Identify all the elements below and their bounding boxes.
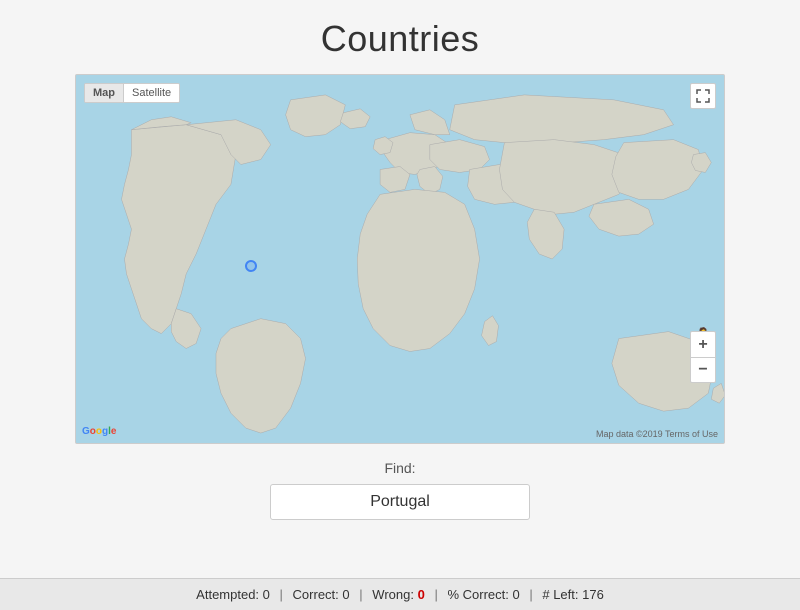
left-value: 176 bbox=[582, 587, 604, 602]
status-bar: Attempted: 0 | Correct: 0 | Wrong: 0 | %… bbox=[0, 578, 800, 610]
pct-correct-label: % Correct: bbox=[447, 587, 508, 602]
correct-label: Correct: bbox=[293, 587, 339, 602]
separator-2: | bbox=[359, 587, 362, 602]
attempted-label: Attempted: bbox=[196, 587, 259, 602]
pct-correct-value: 0 bbox=[512, 587, 519, 602]
google-logo: Google bbox=[82, 426, 116, 437]
map-attribution: Map data ©2019 Terms of Use bbox=[596, 429, 718, 439]
correct-value: 0 bbox=[342, 587, 349, 602]
separator-1: | bbox=[280, 587, 283, 602]
map-type-satellite-button[interactable]: Satellite bbox=[124, 84, 179, 102]
map-type-map-button[interactable]: Map bbox=[85, 84, 124, 102]
wrong-label: Wrong: bbox=[372, 587, 414, 602]
map-type-bar: Map Satellite bbox=[84, 83, 180, 103]
wrong-value: 0 bbox=[418, 587, 425, 602]
world-map-svg bbox=[76, 75, 724, 443]
attempted-value: 0 bbox=[263, 587, 270, 602]
zoom-controls: + − bbox=[690, 331, 716, 383]
page-title: Countries bbox=[321, 18, 480, 60]
zoom-out-button[interactable]: − bbox=[690, 357, 716, 383]
map-container: Map Satellite 🧍 + − Google Map data ©201… bbox=[75, 74, 725, 444]
find-label: Find: bbox=[384, 460, 415, 476]
location-marker bbox=[245, 260, 257, 272]
left-label: # Left: bbox=[542, 587, 578, 602]
separator-4: | bbox=[529, 587, 532, 602]
zoom-in-button[interactable]: + bbox=[690, 331, 716, 357]
map-fullscreen-button[interactable] bbox=[690, 83, 716, 109]
find-input[interactable] bbox=[270, 484, 530, 520]
find-section: Find: bbox=[75, 460, 725, 520]
separator-3: | bbox=[434, 587, 437, 602]
